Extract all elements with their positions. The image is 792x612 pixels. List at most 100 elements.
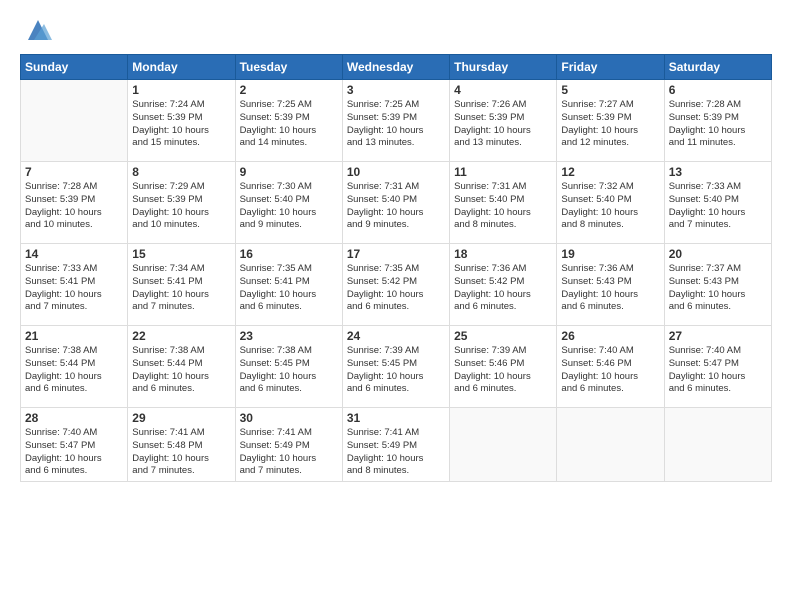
calendar-cell: 6 Sunrise: 7:28 AM Sunset: 5:39 PM Daylig… <box>664 80 771 162</box>
calendar-cell: 24 Sunrise: 7:39 AM Sunset: 5:45 PM Dayli… <box>342 326 449 408</box>
day-info: Sunrise: 7:25 AM Sunset: 5:39 PM Dayligh… <box>240 99 338 150</box>
day-number: 21 <box>25 329 123 343</box>
day-number: 19 <box>561 247 659 261</box>
day-info: Sunrise: 7:28 AM Sunset: 5:39 PM Dayligh… <box>25 181 123 232</box>
day-info: Sunrise: 7:37 AM Sunset: 5:43 PM Dayligh… <box>669 263 767 314</box>
day-info: Sunrise: 7:27 AM Sunset: 5:39 PM Dayligh… <box>561 99 659 150</box>
day-info: Sunrise: 7:41 AM Sunset: 5:49 PM Dayligh… <box>347 427 445 478</box>
column-header-saturday: Saturday <box>664 55 771 80</box>
week-row-3: 14 Sunrise: 7:33 AM Sunset: 5:41 PM Dayli… <box>21 244 772 326</box>
column-header-wednesday: Wednesday <box>342 55 449 80</box>
week-row-4: 21 Sunrise: 7:38 AM Sunset: 5:44 PM Dayli… <box>21 326 772 408</box>
day-number: 22 <box>132 329 230 343</box>
calendar-cell: 21 Sunrise: 7:38 AM Sunset: 5:44 PM Dayli… <box>21 326 128 408</box>
day-info: Sunrise: 7:31 AM Sunset: 5:40 PM Dayligh… <box>454 181 552 232</box>
calendar-cell: 19 Sunrise: 7:36 AM Sunset: 5:43 PM Dayli… <box>557 244 664 326</box>
day-number: 6 <box>669 83 767 97</box>
calendar-cell <box>664 408 771 482</box>
calendar-cell: 9 Sunrise: 7:30 AM Sunset: 5:40 PM Daylig… <box>235 162 342 244</box>
calendar-cell: 12Sunrise: 7:32 AM Sunset: 5:40 PM Dayli… <box>557 162 664 244</box>
day-number: 30 <box>240 411 338 425</box>
day-number: 20 <box>669 247 767 261</box>
day-number: 3 <box>347 83 445 97</box>
calendar-cell: 17 Sunrise: 7:35 AM Sunset: 5:42 PM Dayli… <box>342 244 449 326</box>
day-number: 31 <box>347 411 445 425</box>
day-number: 28 <box>25 411 123 425</box>
day-info: Sunrise: 7:38 AM Sunset: 5:44 PM Dayligh… <box>132 345 230 396</box>
day-info: Sunrise: 7:36 AM Sunset: 5:43 PM Dayligh… <box>561 263 659 314</box>
calendar-cell: 8 Sunrise: 7:29 AM Sunset: 5:39 PM Daylig… <box>128 162 235 244</box>
calendar-cell: 20 Sunrise: 7:37 AM Sunset: 5:43 PM Dayli… <box>664 244 771 326</box>
logo-icon <box>24 16 52 44</box>
day-info: Sunrise: 7:26 AM Sunset: 5:39 PM Dayligh… <box>454 99 552 150</box>
calendar-cell <box>557 408 664 482</box>
calendar: SundayMondayTuesdayWednesdayThursdayFrid… <box>20 54 772 482</box>
day-number: 2 <box>240 83 338 97</box>
calendar-cell <box>21 80 128 162</box>
day-info: Sunrise: 7:40 AM Sunset: 5:46 PM Dayligh… <box>561 345 659 396</box>
day-number: 1 <box>132 83 230 97</box>
day-info: Sunrise: 7:36 AM Sunset: 5:42 PM Dayligh… <box>454 263 552 314</box>
day-number: 13 <box>669 165 767 179</box>
calendar-cell: 31 Sunrise: 7:41 AM Sunset: 5:49 PM Dayli… <box>342 408 449 482</box>
day-info: Sunrise: 7:39 AM Sunset: 5:46 PM Dayligh… <box>454 345 552 396</box>
day-info: Sunrise: 7:29 AM Sunset: 5:39 PM Dayligh… <box>132 181 230 232</box>
day-number: 25 <box>454 329 552 343</box>
day-info: Sunrise: 7:35 AM Sunset: 5:42 PM Dayligh… <box>347 263 445 314</box>
day-number: 4 <box>454 83 552 97</box>
day-number: 18 <box>454 247 552 261</box>
day-number: 27 <box>669 329 767 343</box>
page: SundayMondayTuesdayWednesdayThursdayFrid… <box>0 0 792 612</box>
day-number: 26 <box>561 329 659 343</box>
day-info: Sunrise: 7:28 AM Sunset: 5:39 PM Dayligh… <box>669 99 767 150</box>
day-number: 8 <box>132 165 230 179</box>
calendar-cell: 23 Sunrise: 7:38 AM Sunset: 5:45 PM Dayli… <box>235 326 342 408</box>
day-info: Sunrise: 7:38 AM Sunset: 5:45 PM Dayligh… <box>240 345 338 396</box>
day-info: Sunrise: 7:25 AM Sunset: 5:39 PM Dayligh… <box>347 99 445 150</box>
calendar-cell: 30 Sunrise: 7:41 AM Sunset: 5:49 PM Dayli… <box>235 408 342 482</box>
day-info: Sunrise: 7:41 AM Sunset: 5:48 PM Dayligh… <box>132 427 230 478</box>
day-info: Sunrise: 7:40 AM Sunset: 5:47 PM Dayligh… <box>669 345 767 396</box>
calendar-cell: 7Sunrise: 7:28 AM Sunset: 5:39 PM Daylig… <box>21 162 128 244</box>
column-header-tuesday: Tuesday <box>235 55 342 80</box>
day-info: Sunrise: 7:24 AM Sunset: 5:39 PM Dayligh… <box>132 99 230 150</box>
day-info: Sunrise: 7:33 AM Sunset: 5:41 PM Dayligh… <box>25 263 123 314</box>
calendar-cell: 25 Sunrise: 7:39 AM Sunset: 5:46 PM Dayli… <box>450 326 557 408</box>
day-number: 24 <box>347 329 445 343</box>
calendar-cell: 5 Sunrise: 7:27 AM Sunset: 5:39 PM Daylig… <box>557 80 664 162</box>
calendar-cell <box>450 408 557 482</box>
logo <box>20 16 52 44</box>
calendar-cell: 16 Sunrise: 7:35 AM Sunset: 5:41 PM Dayli… <box>235 244 342 326</box>
day-info: Sunrise: 7:39 AM Sunset: 5:45 PM Dayligh… <box>347 345 445 396</box>
day-number: 5 <box>561 83 659 97</box>
day-number: 11 <box>454 165 552 179</box>
day-number: 14 <box>25 247 123 261</box>
day-number: 23 <box>240 329 338 343</box>
calendar-cell: 26 Sunrise: 7:40 AM Sunset: 5:46 PM Dayli… <box>557 326 664 408</box>
day-number: 17 <box>347 247 445 261</box>
day-number: 16 <box>240 247 338 261</box>
day-info: Sunrise: 7:34 AM Sunset: 5:41 PM Dayligh… <box>132 263 230 314</box>
day-info: Sunrise: 7:30 AM Sunset: 5:40 PM Dayligh… <box>240 181 338 232</box>
day-info: Sunrise: 7:38 AM Sunset: 5:44 PM Dayligh… <box>25 345 123 396</box>
day-number: 9 <box>240 165 338 179</box>
column-header-sunday: Sunday <box>21 55 128 80</box>
header-row: SundayMondayTuesdayWednesdayThursdayFrid… <box>21 55 772 80</box>
calendar-cell: 3 Sunrise: 7:25 AM Sunset: 5:39 PM Daylig… <box>342 80 449 162</box>
calendar-cell: 27 Sunrise: 7:40 AM Sunset: 5:47 PM Dayli… <box>664 326 771 408</box>
day-info: Sunrise: 7:41 AM Sunset: 5:49 PM Dayligh… <box>240 427 338 478</box>
day-number: 29 <box>132 411 230 425</box>
column-header-thursday: Thursday <box>450 55 557 80</box>
header <box>20 16 772 44</box>
calendar-cell: 29 Sunrise: 7:41 AM Sunset: 5:48 PM Dayli… <box>128 408 235 482</box>
calendar-cell: 2 Sunrise: 7:25 AM Sunset: 5:39 PM Daylig… <box>235 80 342 162</box>
column-header-monday: Monday <box>128 55 235 80</box>
day-info: Sunrise: 7:31 AM Sunset: 5:40 PM Dayligh… <box>347 181 445 232</box>
calendar-cell: 22 Sunrise: 7:38 AM Sunset: 5:44 PM Dayli… <box>128 326 235 408</box>
calendar-cell: 4 Sunrise: 7:26 AM Sunset: 5:39 PM Daylig… <box>450 80 557 162</box>
day-info: Sunrise: 7:35 AM Sunset: 5:41 PM Dayligh… <box>240 263 338 314</box>
calendar-cell: 14 Sunrise: 7:33 AM Sunset: 5:41 PM Dayli… <box>21 244 128 326</box>
calendar-cell: 15Sunrise: 7:34 AM Sunset: 5:41 PM Dayli… <box>128 244 235 326</box>
week-row-1: 1 Sunrise: 7:24 AM Sunset: 5:39 PM Daylig… <box>21 80 772 162</box>
day-info: Sunrise: 7:32 AM Sunset: 5:40 PM Dayligh… <box>561 181 659 232</box>
